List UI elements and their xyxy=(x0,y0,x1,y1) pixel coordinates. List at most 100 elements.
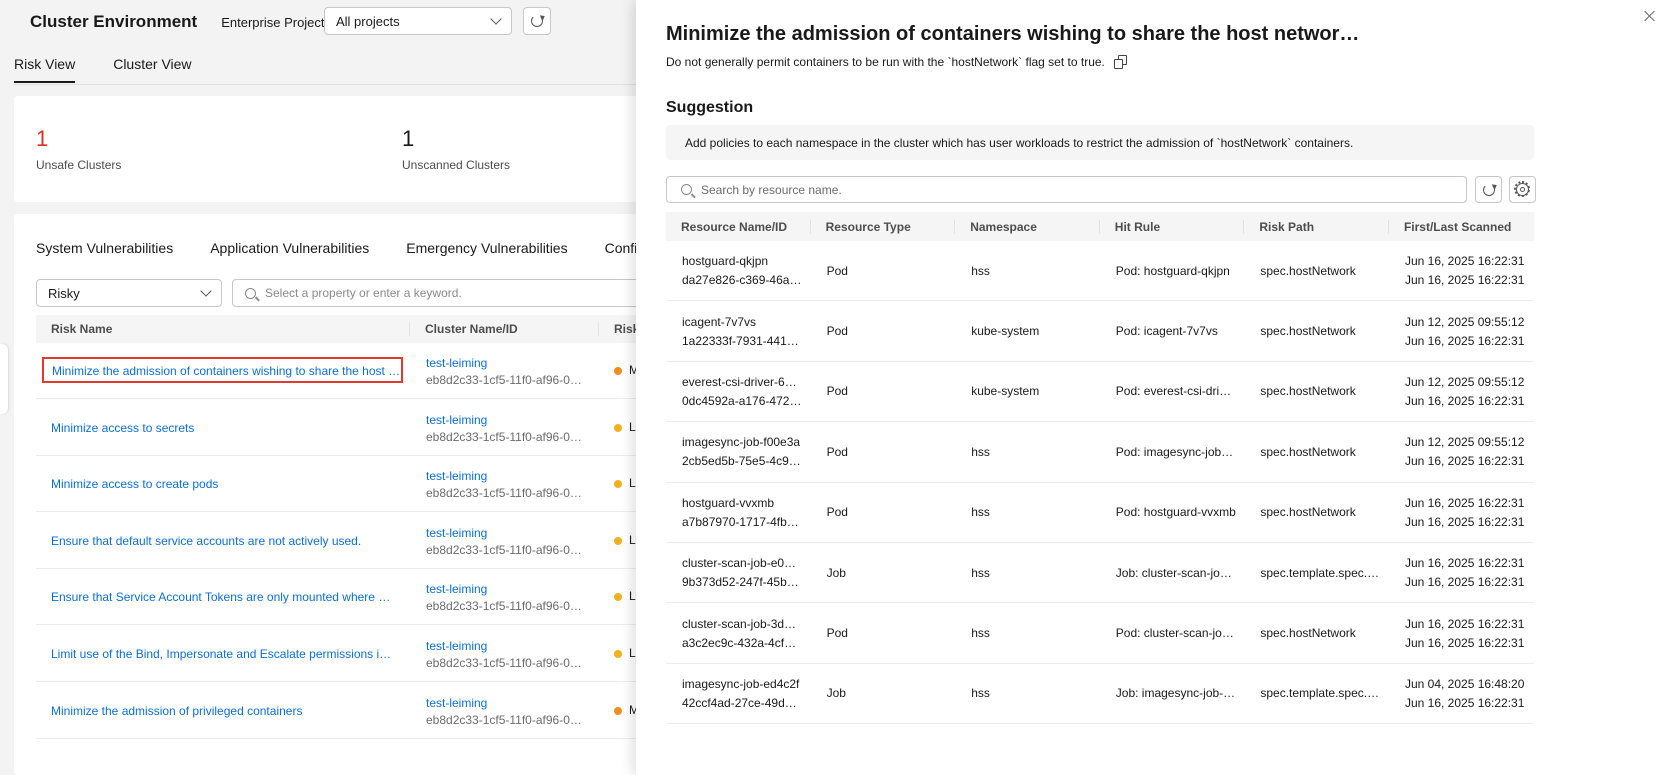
close-icon[interactable] xyxy=(1643,9,1657,23)
resource-refresh-button[interactable] xyxy=(1475,176,1502,203)
refresh-icon xyxy=(531,15,543,27)
table-row[interactable]: hostguard-vvxmb a7b87970-1717-4fb2-9d6e-4… xyxy=(666,483,1534,543)
last-scanned: Jun 16, 2025 16:22:31 xyxy=(1404,273,1525,288)
resource-name-cell: cluster-scan-job-3d5f7b a3c2ec9c-432a-4cf… xyxy=(666,617,811,650)
scanned-time-cell: Jun 16, 2025 16:22:31 Jun 16, 2025 16:22:… xyxy=(1389,254,1534,287)
hit-rule: Pod: icagent-7v7vs xyxy=(1115,324,1218,339)
sidebar-collapse-handle[interactable] xyxy=(0,344,8,414)
resource-type: Job xyxy=(826,686,846,701)
resource-type: Pod xyxy=(826,324,848,339)
table-settings-button[interactable] xyxy=(1509,176,1536,203)
cluster-name-link[interactable]: test-leiming xyxy=(426,526,487,540)
first-scanned: Jun 12, 2025 09:55:12 xyxy=(1404,374,1525,389)
cluster-name-header: Cluster Name/ID xyxy=(410,322,599,336)
refresh-button[interactable] xyxy=(523,7,551,35)
risk-name-link[interactable]: Minimize the admission of containers wis… xyxy=(42,357,403,383)
risk-name-link[interactable]: Limit use of the Bind, Impersonate and E… xyxy=(51,647,396,661)
cluster-name-link[interactable]: test-leiming xyxy=(426,639,487,653)
scanned-time-cell: Jun 16, 2025 16:22:31 Jun 16, 2025 16:22:… xyxy=(1389,556,1534,589)
table-row[interactable]: Minimize the admission of privileged con… xyxy=(36,683,716,739)
table-row[interactable]: hostguard-qkjpn da27e826-c369-46a1-8f2e-1… xyxy=(666,241,1534,302)
resource-id: a3c2ec9c-432a-4cf6-b1e8-7f0d5a2c9e13 xyxy=(682,635,803,650)
tab-system-vulnerabilities[interactable]: System Vulnerabilities xyxy=(36,240,173,256)
drawer-description: Do not generally permit containers to be… xyxy=(666,55,1128,69)
tab-application-vulnerabilities[interactable]: Application Vulnerabilities xyxy=(210,240,369,256)
resource-name: hostguard-qkjpn xyxy=(682,254,769,269)
unscanned-clusters-stat[interactable]: 1 Unscanned Clusters xyxy=(402,126,510,172)
hit-rule: Pod: cluster-scan-job-3d5f7b xyxy=(1115,626,1237,641)
table-row[interactable]: cluster-scan-job-3d5f7b a3c2ec9c-432a-4cf… xyxy=(666,603,1534,664)
scanned-time-cell: Jun 16, 2025 16:22:31 Jun 16, 2025 16:22:… xyxy=(1389,617,1534,650)
unsafe-clusters-stat[interactable]: 1 Unsafe Clusters xyxy=(36,126,121,172)
resource-name: icagent-7v7vs xyxy=(682,314,757,329)
cluster-name-link[interactable]: test-leiming xyxy=(426,696,487,710)
cluster-id: eb8d2c33-1cf5-11f0-af96-0255ac100b03 xyxy=(426,599,586,614)
cluster-id: eb8d2c33-1cf5-11f0-af96-0255ac100b03 xyxy=(426,712,586,727)
resource-name-cell: cluster-scan-job-e0a81c 9b373d52-247f-45b… xyxy=(666,556,811,589)
last-scanned: Jun 16, 2025 16:22:31 xyxy=(1404,514,1525,529)
namespace: kube-system xyxy=(971,384,1040,399)
unscanned-clusters-label: Unscanned Clusters xyxy=(402,158,511,172)
resource-name-cell: hostguard-vvxmb a7b87970-1717-4fb2-9d6e-4… xyxy=(666,496,811,529)
severity-dot xyxy=(614,480,622,489)
cluster-id: eb8d2c33-1cf5-11f0-af96-0255ac100b03 xyxy=(426,373,586,387)
risk-search-placeholder: Select a property or enter a keyword. xyxy=(265,286,462,300)
unsafe-clusters-label: Unsafe Clusters xyxy=(36,158,122,172)
risk-name-link[interactable]: Minimize the admission of privileged con… xyxy=(51,704,396,718)
category-tabs: System Vulnerabilities Application Vulne… xyxy=(36,240,665,256)
last-scanned: Jun 16, 2025 16:22:31 xyxy=(1404,333,1525,348)
resource-table-body: hostguard-qkjpn da27e826-c369-46a1-8f2e-1… xyxy=(666,241,1534,725)
table-row[interactable]: everest-csi-driver-6k2lm 0dc4592a-a176-47… xyxy=(666,362,1534,423)
cluster-name-link[interactable]: test-leiming xyxy=(426,582,487,596)
risk-path: spec.template.spec.hostNetwork xyxy=(1260,686,1381,701)
resource-search-input[interactable]: Search by resource name. xyxy=(666,176,1467,203)
last-scanned: Jun 16, 2025 16:22:31 xyxy=(1404,695,1525,710)
table-row[interactable]: Limit use of the Bind, Impersonate and E… xyxy=(36,626,716,682)
severity-dot xyxy=(614,706,622,715)
last-scanned: Jun 16, 2025 16:22:31 xyxy=(1404,454,1525,469)
severity-dot xyxy=(614,423,622,432)
table-row[interactable]: Ensure that Service Account Tokens are o… xyxy=(36,569,716,626)
severity-label: L xyxy=(629,476,636,491)
tab-emergency-vulnerabilities[interactable]: Emergency Vulnerabilities xyxy=(406,240,567,256)
chevron-down-icon xyxy=(200,285,212,297)
table-row[interactable]: icagent-7v7vs 1a22333f-7931-4417-9c2b-5e8… xyxy=(666,301,1534,362)
resource-id: da27e826-c369-46a1-8f2e-1c0b7d53a9e2 xyxy=(682,273,803,288)
refresh-icon xyxy=(1482,183,1495,196)
risk-name-link[interactable]: Minimize access to secrets xyxy=(51,421,396,435)
table-row[interactable]: Minimize access to create pods test-leimi… xyxy=(36,456,716,513)
table-row[interactable]: imagesync-job-ed4c2f 42ccf4ad-27ce-49d3-a… xyxy=(666,664,1534,725)
table-row[interactable]: imagesync-job-f00e3a 2cb5ed5b-75e5-4c91-a… xyxy=(666,422,1534,483)
risk-table-header: Risk Name Cluster Name/ID Risk xyxy=(36,315,716,343)
cluster-id: eb8d2c33-1cf5-11f0-af96-0255ac100b03 xyxy=(426,429,586,444)
resource-id: a7b87970-1717-4fb2-9d6e-4c3a8f1e2b57 xyxy=(682,514,803,529)
scanned-time-cell: Jun 12, 2025 09:55:12 Jun 16, 2025 16:22:… xyxy=(1389,315,1534,348)
cluster-name-link[interactable]: test-leiming xyxy=(426,469,487,483)
risk-status-select[interactable]: Risky xyxy=(36,279,222,307)
risk-name-link[interactable]: Ensure that default service accounts are… xyxy=(51,534,396,548)
risk-list-card: System Vulnerabilities Application Vulne… xyxy=(14,214,716,775)
search-icon xyxy=(681,184,692,195)
last-scanned: Jun 16, 2025 16:22:31 xyxy=(1404,393,1525,408)
resource-id: 2cb5ed5b-75e5-4c91-a3d7-8e2f1b6c0d45 xyxy=(682,454,803,469)
resource-type: Pod xyxy=(826,263,848,278)
resource-name: cluster-scan-job-e0a81c xyxy=(682,556,803,571)
table-row[interactable]: Ensure that default service accounts are… xyxy=(36,513,716,569)
tab-risk-view[interactable]: Risk View xyxy=(14,56,76,83)
risk-name-link[interactable]: Minimize access to create pods xyxy=(51,477,396,491)
table-row[interactable]: cluster-scan-job-e0a81c 9b373d52-247f-45b… xyxy=(666,543,1534,604)
enterprise-project-select[interactable]: All projects xyxy=(324,7,512,35)
risk-name-link[interactable]: Ensure that Service Account Tokens are o… xyxy=(51,590,396,604)
resource-type: Pod xyxy=(826,505,848,520)
resource-type: Pod xyxy=(826,444,848,459)
table-row[interactable]: Minimize access to secrets test-leiming eb… xyxy=(36,400,716,456)
cluster-name-link[interactable]: test-leiming xyxy=(426,356,487,370)
resource-name-cell: imagesync-job-f00e3a 2cb5ed5b-75e5-4c91-a… xyxy=(666,435,811,468)
copy-icon[interactable] xyxy=(1113,55,1128,69)
resource-id: 9b373d52-247f-45b8-8c1a-6d2e9f3b7a04 xyxy=(682,575,803,590)
severity-dot xyxy=(614,650,622,658)
cluster-name-link[interactable]: test-leiming xyxy=(426,413,487,427)
tab-cluster-view[interactable]: Cluster View xyxy=(113,56,191,83)
hit-rule: Pod: hostguard-vvxmb xyxy=(1115,505,1236,520)
table-row[interactable]: Minimize the admission of containers wis… xyxy=(36,343,716,399)
